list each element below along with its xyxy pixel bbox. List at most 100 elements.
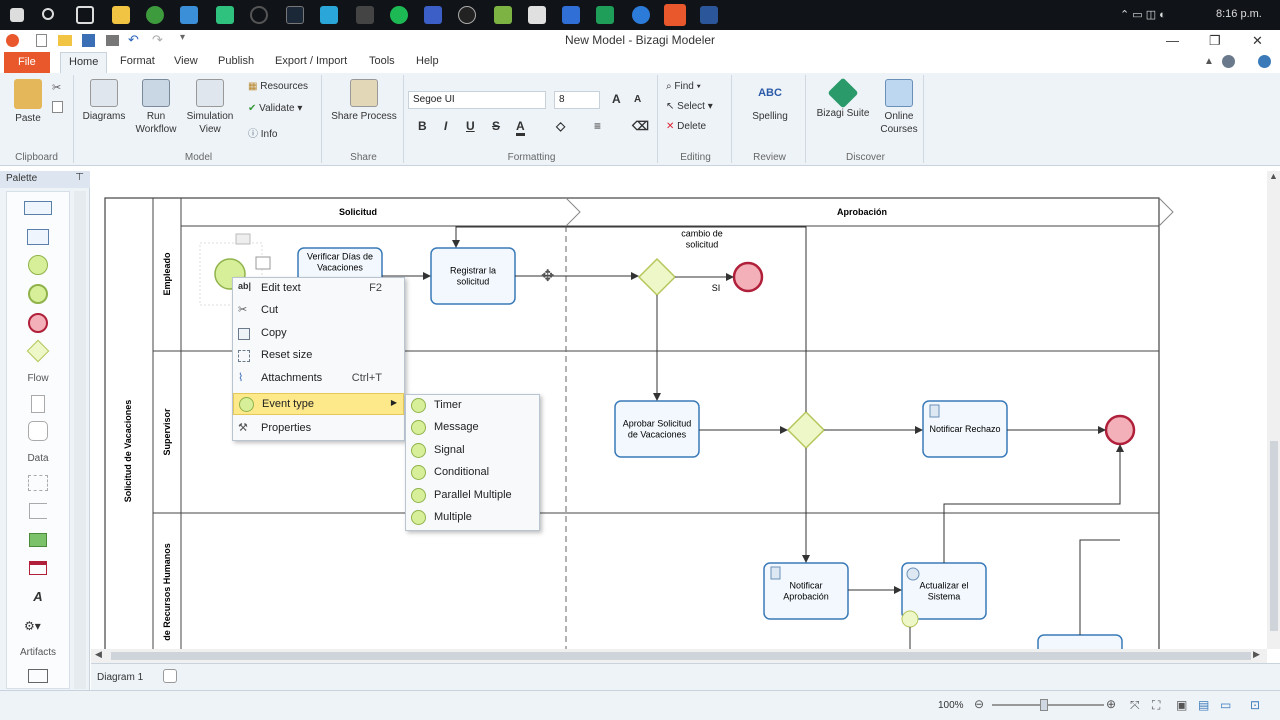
submenu-item-multiple[interactable]: Multiple — [406, 507, 539, 529]
tab-publish[interactable]: Publish — [218, 55, 254, 67]
start-icon[interactable] — [10, 8, 24, 22]
share-process-button[interactable]: Share Process — [328, 79, 400, 123]
underline-button[interactable]: U — [466, 119, 475, 133]
globe-icon[interactable] — [1222, 55, 1235, 68]
simulation-view-button[interactable]: Simulation View — [184, 79, 236, 136]
select-button[interactable]: ↖ Select ▾ — [666, 101, 713, 112]
restore-icon[interactable]: ❐ — [1209, 33, 1221, 49]
submenu-item-signal[interactable]: Signal — [406, 440, 539, 462]
search-icon[interactable] — [42, 8, 54, 20]
font-color-icon[interactable]: A — [516, 119, 525, 136]
zoom-slider-thumb[interactable] — [1040, 699, 1048, 711]
app-icon[interactable] — [356, 6, 374, 24]
delete-button[interactable]: ✕ Delete — [666, 121, 706, 132]
chrome-icon[interactable] — [146, 6, 164, 24]
app-icon[interactable] — [216, 6, 234, 24]
fullscreen-icon[interactable]: ⊡ — [1250, 698, 1260, 712]
app-icon[interactable] — [596, 6, 614, 24]
app-icon[interactable] — [562, 6, 580, 24]
submenu-item-message[interactable]: Message — [406, 417, 539, 439]
strikethrough-button[interactable]: S — [492, 119, 500, 133]
submenu-item-conditional[interactable]: Conditional — [406, 462, 539, 484]
menu-item-cut[interactable]: ✂ Cut — [233, 300, 404, 322]
resize-handle[interactable] — [255, 256, 271, 270]
presentation-icon[interactable]: ▭ — [1220, 698, 1231, 712]
app-icon[interactable] — [632, 6, 650, 24]
zoom-slider[interactable] — [992, 704, 1104, 706]
subprocess-shape-icon[interactable] — [27, 229, 49, 245]
tab-export-import[interactable]: Export / Import — [275, 55, 347, 67]
find-button[interactable]: ⌕ Find ▾ — [666, 81, 701, 92]
tab-tools[interactable]: Tools — [369, 55, 395, 67]
palette-scrollbar[interactable] — [74, 191, 86, 689]
spotify-icon[interactable] — [390, 6, 408, 24]
validate-button[interactable]: ✔ Validate ▾ — [248, 103, 302, 114]
tab-home[interactable]: Home — [60, 52, 108, 73]
submenu-item-timer[interactable]: Timer — [406, 395, 539, 417]
close-icon[interactable]: ✕ — [1252, 33, 1263, 49]
data-object-icon[interactable] — [31, 395, 45, 413]
annotation-icon[interactable] — [29, 503, 47, 519]
bold-button[interactable]: B — [418, 119, 427, 133]
diagrams-button[interactable]: Diagrams — [80, 79, 128, 123]
text-tool-icon[interactable]: A — [29, 589, 47, 607]
task-partial[interactable] — [1037, 634, 1123, 649]
align-icon[interactable]: ≡ — [594, 119, 601, 133]
clear-format-icon[interactable]: ⌫ — [632, 119, 649, 133]
connector-icon[interactable]: ⚙▾ — [24, 619, 44, 635]
copy-icon[interactable] — [52, 101, 63, 113]
tab-file[interactable]: File — [4, 52, 50, 73]
pin-icon[interactable]: ⊤ — [75, 172, 84, 183]
lane-green-icon[interactable] — [29, 533, 47, 547]
app-icon[interactable] — [320, 6, 338, 24]
boundary-timer-event[interactable] — [901, 610, 919, 628]
resize-handle[interactable] — [235, 233, 251, 245]
vertical-scrollbar[interactable]: ▲ — [1267, 171, 1280, 649]
tab-diagram-1[interactable]: Diagram 1 — [97, 672, 143, 683]
horizontal-scrollbar[interactable]: ◀ ▶ — [91, 649, 1267, 663]
shrink-font-icon[interactable]: A — [634, 94, 641, 105]
fit-page-icon[interactable]: ⤧ — [1130, 698, 1140, 713]
actual-size-icon[interactable]: ▣ — [1176, 698, 1187, 712]
scroll-right-icon[interactable]: ▶ — [1253, 649, 1260, 660]
scroll-up-icon[interactable]: ▲ — [1269, 171, 1278, 181]
page-view-icon[interactable]: ▤ — [1198, 698, 1209, 712]
font-family-select[interactable]: Segoe UI — [408, 91, 546, 109]
app-icon[interactable] — [424, 6, 442, 24]
end-event[interactable] — [1104, 414, 1136, 446]
menu-item-event-type[interactable]: Event type ▶ — [233, 393, 404, 415]
menu-item-properties[interactable]: ⚒ Properties — [233, 418, 404, 440]
app-icon[interactable] — [250, 6, 268, 24]
start-event-icon[interactable] — [28, 255, 48, 275]
end-event-icon[interactable] — [28, 313, 48, 333]
help-icon[interactable] — [1258, 55, 1271, 68]
menu-item-copy[interactable]: Copy — [233, 323, 404, 345]
scroll-left-icon[interactable]: ◀ — [95, 649, 102, 660]
zoom-in-icon[interactable]: ⊕ — [1106, 697, 1116, 711]
fill-color-icon[interactable]: ◇ — [556, 119, 565, 133]
menu-item-attachments[interactable]: ⌇ Attachments Ctrl+T — [233, 368, 404, 390]
task-shape-icon[interactable] — [24, 201, 52, 215]
run-workflow-button[interactable]: Run Workflow — [132, 79, 180, 136]
header-red-icon[interactable] — [29, 561, 47, 575]
steam-icon[interactable] — [286, 6, 304, 24]
cut-icon[interactable]: ✂ — [52, 81, 61, 94]
paste-button[interactable]: Paste — [10, 79, 46, 125]
tab-help[interactable]: Help — [416, 55, 439, 67]
task-view-icon[interactable] — [76, 6, 94, 24]
collapse-ribbon-icon[interactable]: ▲ — [1204, 56, 1214, 67]
file-explorer-icon[interactable] — [112, 6, 130, 24]
group-shape-icon[interactable] — [28, 475, 48, 491]
resources-button[interactable]: ▦ Resources — [248, 81, 308, 92]
spelling-button[interactable]: ABC Spelling — [740, 79, 800, 123]
horizontal-scroll-thumb[interactable] — [111, 652, 1251, 660]
grow-font-icon[interactable]: A — [612, 92, 621, 106]
italic-button[interactable]: I — [444, 119, 447, 133]
app-icon[interactable] — [180, 6, 198, 24]
online-courses-button[interactable]: Online Courses — [878, 79, 920, 136]
vertical-scroll-thumb[interactable] — [1270, 441, 1278, 631]
app-icon[interactable] — [528, 6, 546, 24]
app-icon[interactable] — [494, 6, 512, 24]
add-diagram-icon[interactable] — [163, 669, 177, 683]
bizagi-icon[interactable] — [664, 4, 686, 26]
